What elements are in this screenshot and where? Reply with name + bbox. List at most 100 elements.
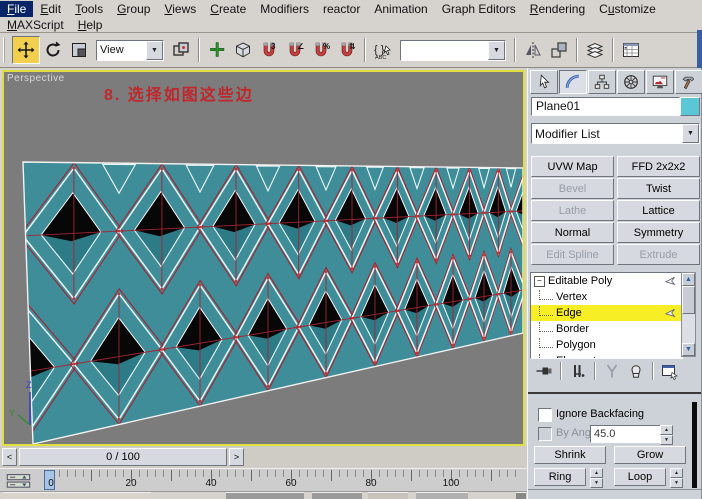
tab-modify[interactable]	[559, 70, 587, 94]
pin-stack-icon[interactable]	[532, 361, 556, 381]
edit-named-selections-icon[interactable]: { } ABC	[370, 37, 396, 63]
remove-modifier-icon[interactable]	[624, 361, 648, 381]
named-selection-sets-dropdown[interactable]: ▼	[400, 39, 506, 61]
snap-3d-icon[interactable]: 3	[256, 37, 282, 63]
menu-modifiers[interactable]: Modifiers	[253, 1, 316, 17]
tab-display[interactable]	[646, 70, 674, 94]
by-angle-field[interactable]: 45.0	[590, 425, 663, 443]
menu-animation[interactable]: Animation	[367, 1, 434, 17]
modifier-button-normal[interactable]: Normal	[531, 222, 614, 243]
modifier-button-symmetry[interactable]: Symmetry	[617, 222, 700, 243]
status-bar-fragment	[416, 492, 468, 499]
align-icon[interactable]	[546, 37, 572, 63]
snap-percent-icon[interactable]: %	[308, 37, 334, 63]
toolbar-grip[interactable]	[3, 37, 9, 63]
menu-maxscript[interactable]: MAXScript	[0, 17, 71, 33]
select-and-rotate-icon[interactable]	[40, 37, 66, 63]
modifier-button-lattice[interactable]: Lattice	[617, 200, 700, 221]
menu-reactor[interactable]: reactor	[316, 1, 367, 17]
curve-editor-icon[interactable]	[618, 37, 644, 63]
snap-cube-icon[interactable]	[230, 37, 256, 63]
mirror-icon[interactable]	[520, 37, 546, 63]
menu-tools[interactable]: Tools	[68, 1, 110, 17]
stack-item-element[interactable]: Element	[531, 353, 682, 358]
spinner-up-icon[interactable]: ▲	[670, 468, 683, 478]
ignore-backfacing-row: Ignore Backfacing	[528, 406, 701, 424]
modifier-button-twist[interactable]: Twist	[617, 178, 700, 199]
show-end-result-icon[interactable]	[566, 361, 590, 381]
select-and-move-icon[interactable]	[12, 36, 40, 64]
menu-graph-editors[interactable]: Graph Editors	[435, 1, 523, 17]
ring-loop-row: Ring ▲ ▼ Loop ▲ ▼	[528, 468, 701, 488]
layer-manager-icon[interactable]	[582, 37, 608, 63]
ring-spinner[interactable]: ▲ ▼	[590, 468, 603, 488]
spinner-down-icon[interactable]: ▼	[660, 435, 673, 445]
tree-line	[539, 354, 553, 358]
snap-spinner-icon[interactable]: ⇅	[334, 37, 360, 63]
open-mini-curve-editor-icon[interactable]	[6, 473, 32, 492]
menu-file[interactable]: File	[0, 0, 34, 17]
menu-create[interactable]: Create	[203, 1, 253, 17]
menu-bar: File Edit Tools Group Views Create Modifiers re…	[0, 0, 702, 17]
chevron-down-icon[interactable]: ▼	[682, 124, 699, 143]
stack-item-editable-poly[interactable]: − Editable Poly	[531, 273, 682, 289]
trackbar-label-60: 60	[285, 478, 297, 489]
scroll-up-icon[interactable]: ▲	[682, 273, 695, 286]
trackbar-label-20: 20	[125, 478, 137, 489]
modifier-button-ffd-2x2x2[interactable]: FFD 2x2x2	[617, 156, 700, 177]
use-pivot-point-center-icon[interactable]	[168, 37, 194, 63]
stack-item-vertex[interactable]: Vertex	[531, 289, 682, 305]
time-slider[interactable]: 0 / 100	[19, 448, 227, 466]
menu-group[interactable]: Group	[110, 1, 157, 17]
menu-views[interactable]: Views	[157, 1, 203, 17]
menu-edit[interactable]: Edit	[33, 1, 68, 17]
ignore-backfacing-checkbox[interactable]	[538, 408, 552, 422]
command-panel-tabs	[530, 70, 702, 94]
scroll-down-icon[interactable]: ▼	[682, 343, 695, 356]
spinner-up-icon[interactable]: ▲	[660, 425, 673, 435]
spinner-up-icon[interactable]: ▲	[590, 468, 603, 478]
tree-line	[539, 322, 553, 333]
track-bar[interactable]: 0 20 40 60 80 100	[0, 468, 527, 492]
menu-help[interactable]: Help	[71, 17, 110, 33]
snap-angle-icon[interactable]: ∠	[282, 37, 308, 63]
ring-button[interactable]: Ring	[534, 468, 586, 486]
scroll-thumb[interactable]	[682, 286, 695, 314]
loop-spinner[interactable]: ▲ ▼	[670, 468, 683, 488]
spinner-down-icon[interactable]: ▼	[670, 478, 683, 488]
select-and-uniform-scale-icon[interactable]	[66, 37, 92, 63]
object-name-field[interactable]: Plane01	[531, 97, 680, 116]
stack-scrollbar[interactable]: ▲ ▼	[681, 272, 696, 357]
select-and-manipulate-icon[interactable]	[204, 37, 230, 63]
collapse-icon[interactable]: −	[534, 275, 545, 287]
tab-utilities[interactable]	[675, 70, 702, 94]
stack-item-edge[interactable]: Edge	[531, 305, 682, 321]
next-frame-button[interactable]: >	[229, 448, 244, 466]
stack-item-polygon[interactable]: Polygon	[531, 337, 682, 353]
menu-customize[interactable]: Customize	[592, 1, 663, 17]
perspective-viewport[interactable]: ZY Perspective 8. 选择如图这些边	[2, 70, 525, 446]
modifier-list-dropdown[interactable]: Modifier List ▼	[531, 123, 700, 144]
chevron-down-icon[interactable]: ▼	[146, 40, 163, 60]
loop-button[interactable]: Loop	[614, 468, 666, 486]
spinner-down-icon[interactable]: ▼	[590, 478, 603, 488]
modifier-button-uvw-map[interactable]: UVW Map	[531, 156, 614, 177]
tab-motion[interactable]	[617, 70, 645, 94]
by-angle-spinner[interactable]: ▲ ▼	[660, 425, 673, 445]
stack-item-border[interactable]: Border	[531, 321, 682, 337]
viewport-label[interactable]: Perspective	[7, 73, 65, 84]
grow-button[interactable]: Grow	[614, 446, 686, 464]
reference-coordinate-system-dropdown[interactable]: View ▼	[96, 39, 164, 61]
menu-rendering[interactable]: Rendering	[523, 1, 592, 17]
object-color-swatch[interactable]	[680, 97, 700, 116]
previous-frame-button[interactable]: <	[2, 448, 17, 466]
shrink-button[interactable]: Shrink	[534, 446, 606, 464]
trackbar-label-100: 100	[442, 478, 460, 489]
chevron-down-icon[interactable]: ▼	[488, 40, 505, 60]
svg-text:Y: Y	[9, 408, 15, 418]
tab-create[interactable]	[530, 70, 558, 94]
ignore-backfacing-label: Ignore Backfacing	[556, 408, 645, 420]
svg-text:ABC: ABC	[375, 55, 386, 60]
configure-modifier-sets-icon[interactable]	[658, 361, 682, 381]
tab-hierarchy[interactable]	[588, 70, 616, 94]
